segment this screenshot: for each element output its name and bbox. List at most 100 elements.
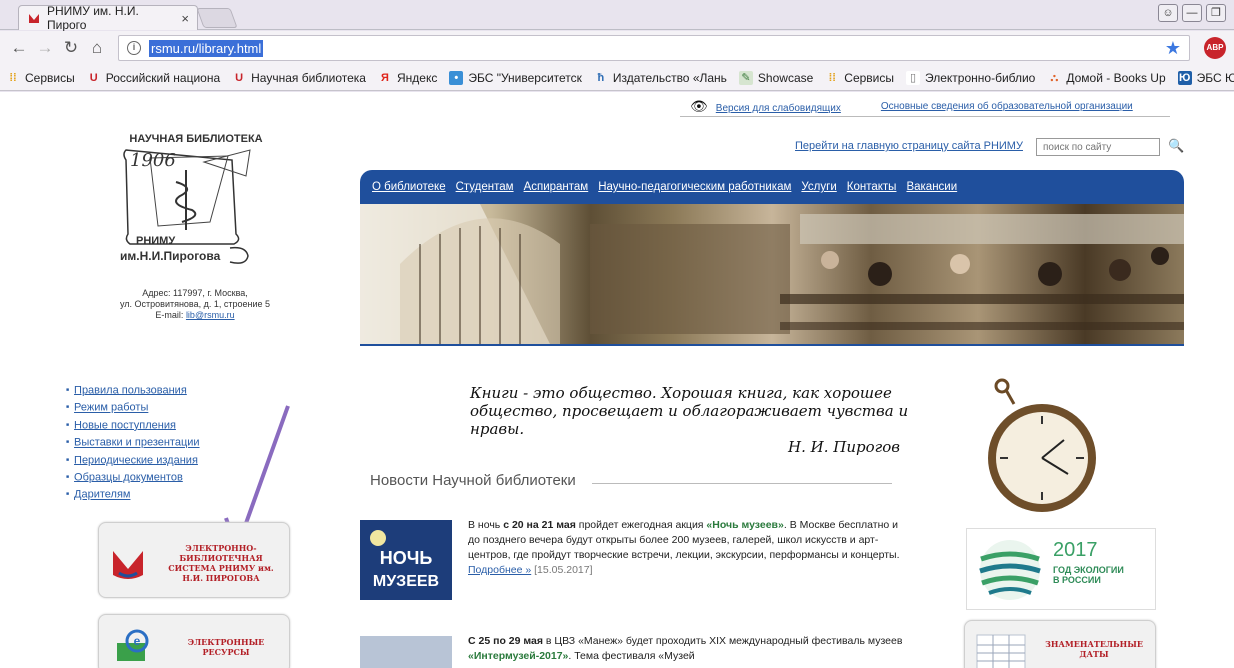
e-resources-tile[interactable]: e ЭЛЕКТРОННЫЕ РЕСУРСЫ: [98, 614, 290, 668]
org-info-link[interactable]: Основные сведения об образовательной орг…: [881, 101, 1133, 112]
bookmark-star-icon[interactable]: ★: [1165, 38, 1181, 59]
site-info-icon[interactable]: i: [127, 41, 141, 55]
side-link-item[interactable]: Выставки и презентации: [66, 434, 200, 451]
ecology-year: 2017: [1053, 539, 1098, 561]
ecology-year-banner[interactable]: 2017 ГОД ЭКОЛОГИИ В РОССИИ: [966, 528, 1156, 610]
bookmark-item[interactable]: Ю ЭБС ЮРАЙТ: [1177, 70, 1234, 85]
side-link-label[interactable]: Новые поступления: [74, 419, 176, 431]
news-date-range: с 20 на 21 мая: [503, 519, 576, 531]
banner-graphic: [360, 204, 1184, 344]
svg-text:e: e: [134, 634, 141, 648]
reload-icon[interactable]: ↻: [60, 37, 82, 59]
bookmark-item[interactable]: ⁞⁞ Сервисы: [6, 70, 75, 85]
pirogov-quote: Книги - это общество. Хорошая книга, как…: [470, 384, 930, 456]
address-line2: ул. Островитянова, д. 1, строение 5: [119, 299, 271, 309]
side-link-item[interactable]: Дарителям: [66, 486, 200, 503]
bookmark-item[interactable]: ▯ Электронно-библио: [906, 70, 1035, 85]
library-logo[interactable]: НАУЧНАЯ БИБЛИОТЕКА 1906 РНИМУ им.Н.И.Пир…: [118, 130, 274, 270]
restore-button[interactable]: ❐: [1206, 4, 1226, 22]
ecology-line1: ГОД ЭКОЛОГИИ: [1053, 565, 1124, 575]
minimize-button[interactable]: —: [1182, 4, 1202, 22]
ecology-text: ГОД ЭКОЛОГИИ В РОССИИ: [1053, 565, 1124, 585]
logo-line3: им.Н.И.Пирогова: [120, 249, 221, 263]
news-item: В ночь с 20 на 21 мая пройдет ежегодная …: [468, 518, 908, 578]
forward-icon[interactable]: →: [34, 37, 56, 59]
side-link-label[interactable]: Периодические издания: [74, 454, 198, 466]
web-page: 👁 Версия для слабовидящих Основные сведен…: [0, 92, 1234, 668]
clock-image: [988, 378, 1096, 512]
email-link[interactable]: lib@rsmu.ru: [186, 310, 235, 320]
side-links: Правила пользования Режим работы Новые пос…: [66, 382, 200, 504]
rsmu-icon: U: [235, 71, 244, 84]
library-address: Адрес: 117997, г. Москва, ул. Островитян…: [70, 288, 320, 321]
side-link-item[interactable]: Режим работы: [66, 399, 200, 416]
side-link-item[interactable]: Правила пользования: [66, 382, 200, 399]
back-icon[interactable]: ←: [8, 37, 30, 59]
menu-item[interactable]: Вакансии: [906, 181, 957, 193]
menu-item[interactable]: Услуги: [801, 181, 836, 193]
side-link-item[interactable]: Новые поступления: [66, 417, 200, 434]
side-link-label[interactable]: Дарителям: [74, 489, 130, 501]
news-text: В ночь: [468, 519, 504, 531]
bookmark-item[interactable]: • ЭБС "Университетск: [449, 70, 582, 85]
bookmark-label: Научная библиотека: [251, 70, 366, 85]
bookmarks-bar: ⁞⁞ Сервисы U Российский национа U Научная биб…: [0, 65, 1234, 91]
tab-close-icon[interactable]: ×: [181, 11, 189, 26]
main-site-link[interactable]: Перейти на главную страницу сайта РНИМУ: [795, 140, 1023, 152]
side-link-item[interactable]: Образцы документов: [66, 469, 200, 486]
bookmark-label: Сервисы: [25, 70, 75, 85]
bookmark-item[interactable]: ⁞⁞ Сервисы: [825, 71, 894, 85]
news-image-night-of-museums[interactable]: НОЧЬ МУЗЕЕВ: [360, 520, 452, 600]
side-link-label[interactable]: Образцы документов: [74, 471, 183, 483]
banner-image: [360, 204, 1184, 344]
urait-icon: Ю: [1177, 70, 1192, 85]
news-section-title: Новости Научной библиотеки: [370, 472, 576, 489]
bookmark-item[interactable]: ✎ Showcase: [738, 70, 813, 85]
divider: [592, 483, 892, 484]
banner-underline: [360, 344, 1184, 346]
new-tab-button[interactable]: [196, 8, 238, 28]
yandex-icon: Я: [381, 71, 389, 84]
menu-item[interactable]: Студентам: [456, 181, 514, 193]
logo-graphic: НАУЧНАЯ БИБЛИОТЕКА 1906 РНИМУ им.Н.И.Пир…: [120, 133, 263, 264]
site-search-input[interactable]: [1036, 138, 1160, 156]
bookmark-item[interactable]: ⛬ Домой - Books Up: [1047, 71, 1166, 85]
news-date-range: С 25 по 29 мая: [468, 635, 543, 647]
adblock-icon[interactable]: ABP: [1204, 37, 1226, 59]
calendar-icon: [976, 634, 1026, 668]
side-link-item[interactable]: Периодические издания: [66, 452, 200, 469]
bookmark-item[interactable]: ħ Издательство «Лань: [594, 71, 727, 85]
bookmark-item[interactable]: Я Яндекс: [378, 71, 437, 85]
menu-item[interactable]: Контакты: [847, 181, 897, 193]
news-more-link[interactable]: Подробнее »: [468, 564, 531, 576]
news-event-name: «Интермузей-2017»: [468, 650, 569, 662]
home-icon[interactable]: ⌂: [86, 37, 108, 59]
address-line1: Адрес: 117997, г. Москва,: [142, 288, 248, 298]
menu-item[interactable]: Аспирантам: [524, 181, 589, 193]
svg-text:НОЧЬ: НОЧЬ: [380, 548, 433, 568]
bookmark-item[interactable]: U Российский национа: [87, 71, 220, 85]
apps-icon: ⁞⁞: [828, 71, 836, 84]
news-image-intermuseum[interactable]: [360, 636, 452, 668]
browser-tab[interactable]: РНИМУ им. Н.И. Пирого ×: [18, 4, 198, 32]
search-icon[interactable]: 🔍: [1168, 138, 1184, 154]
user-icon[interactable]: ☺: [1158, 4, 1178, 22]
low-vision-link[interactable]: Версия для слабовидящих: [716, 103, 841, 114]
address-bar[interactable]: i rsmu.ru/library.html ★: [118, 35, 1190, 61]
url-text[interactable]: rsmu.ru/library.html: [149, 39, 264, 57]
bookmark-item[interactable]: U Научная библиотека: [232, 71, 366, 85]
browser-tabstrip: РНИМУ им. Н.И. Пирого × ☺ — ❐: [0, 0, 1234, 32]
side-link-label[interactable]: Выставки и презентации: [74, 437, 200, 449]
e-resources-label: ЭЛЕКТРОННЫЕ РЕСУРСЫ: [187, 637, 265, 657]
memorable-dates-tile[interactable]: ЗНАМЕНАТЕЛЬНЫЕ ДАТЫ: [964, 620, 1156, 668]
browser-toolbar: ← → ↻ ⌂ i rsmu.ru/library.html ★ ABP: [0, 31, 1234, 65]
side-link-label[interactable]: Правила пользования: [74, 384, 187, 396]
bookmark-label: Яндекс: [396, 70, 438, 85]
ebs-tile-label: ЭЛЕКТРОННО-БИБЛИОТЕЧНАЯ СИСТЕМА РНИМУ им…: [168, 543, 274, 583]
bookmark-label: Сервисы: [844, 70, 895, 85]
rsmu-logo-icon: [113, 551, 143, 579]
menu-item[interactable]: О библиотеке: [372, 181, 446, 193]
side-link-label[interactable]: Режим работы: [74, 402, 148, 414]
menu-item[interactable]: Научно-педагогическим работникам: [598, 181, 791, 193]
ebs-rsmu-tile[interactable]: ЭЛЕКТРОННО-БИБЛИОТЕЧНАЯ СИСТЕМА РНИМУ им…: [98, 522, 290, 598]
